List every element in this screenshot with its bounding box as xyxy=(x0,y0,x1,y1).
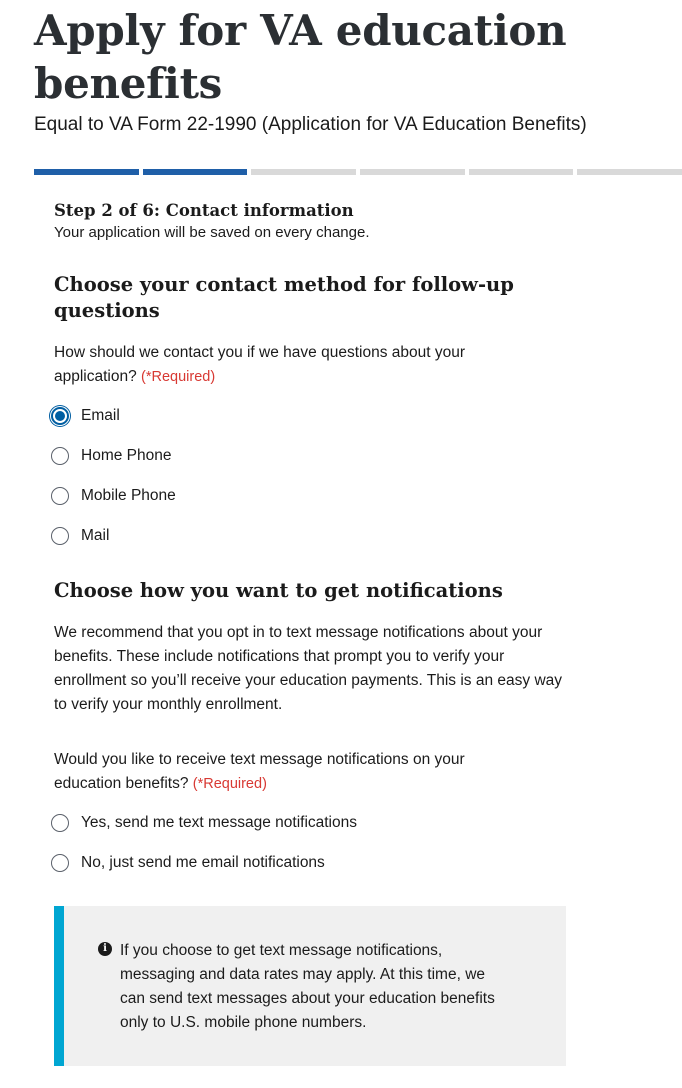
progress-segment-4 xyxy=(360,169,465,175)
radio-button[interactable] xyxy=(51,447,69,465)
required-label: (*Required) xyxy=(141,369,216,385)
page-title: Apply for VA education benefits xyxy=(34,6,567,108)
info-alert: i If you choose to get text message noti… xyxy=(54,906,566,1066)
radio-option-email[interactable]: Email xyxy=(51,404,120,428)
progress-segment-3 xyxy=(251,169,357,175)
step-heading: Step 2 of 6: Contact information xyxy=(54,201,354,220)
contact-method-question: How should we contact you if we have que… xyxy=(54,341,484,389)
info-icon: i xyxy=(98,942,112,956)
contact-method-heading: Choose your contact method for follow-up… xyxy=(54,273,514,322)
radio-button[interactable] xyxy=(51,854,69,872)
radio-option-mail[interactable]: Mail xyxy=(51,524,109,548)
required-label: (*Required) xyxy=(192,776,267,792)
radio-option-text-no[interactable]: No, just send me email notifications xyxy=(51,851,325,875)
progress-bar xyxy=(34,169,682,175)
radio-label: Home Phone xyxy=(81,447,172,464)
radio-button[interactable] xyxy=(51,814,69,832)
progress-segment-5 xyxy=(468,169,574,175)
contact-method-question-text: How should we contact you if we have que… xyxy=(54,344,465,385)
form-subtitle: Equal to VA Form 22-1990 (Application fo… xyxy=(34,114,587,135)
autosave-note: Your application will be saved on every … xyxy=(54,224,370,241)
radio-label: No, just send me email notifications xyxy=(81,854,325,871)
progress-segment-6 xyxy=(577,169,682,175)
radio-label: Mail xyxy=(81,527,110,544)
notifications-question: Would you like to receive text message n… xyxy=(54,748,484,796)
notifications-heading: Choose how you want to get notifications xyxy=(54,579,503,602)
radio-button[interactable] xyxy=(51,407,69,425)
progress-segment-1 xyxy=(34,169,139,175)
radio-button[interactable] xyxy=(51,487,69,505)
radio-label: Mobile Phone xyxy=(81,487,176,504)
radio-option-text-yes[interactable]: Yes, send me text message notifications xyxy=(51,811,357,835)
progress-segment-2 xyxy=(142,169,248,175)
alert-text: If you choose to get text message notifi… xyxy=(120,942,495,1031)
radio-option-mobile-phone[interactable]: Mobile Phone xyxy=(51,484,176,508)
radio-button[interactable] xyxy=(51,527,69,545)
radio-label: Yes, send me text message notifications xyxy=(81,814,357,831)
notifications-intro: We recommend that you opt in to text mes… xyxy=(54,624,563,713)
radio-option-home-phone[interactable]: Home Phone xyxy=(51,444,171,468)
radio-label: Email xyxy=(81,407,120,424)
